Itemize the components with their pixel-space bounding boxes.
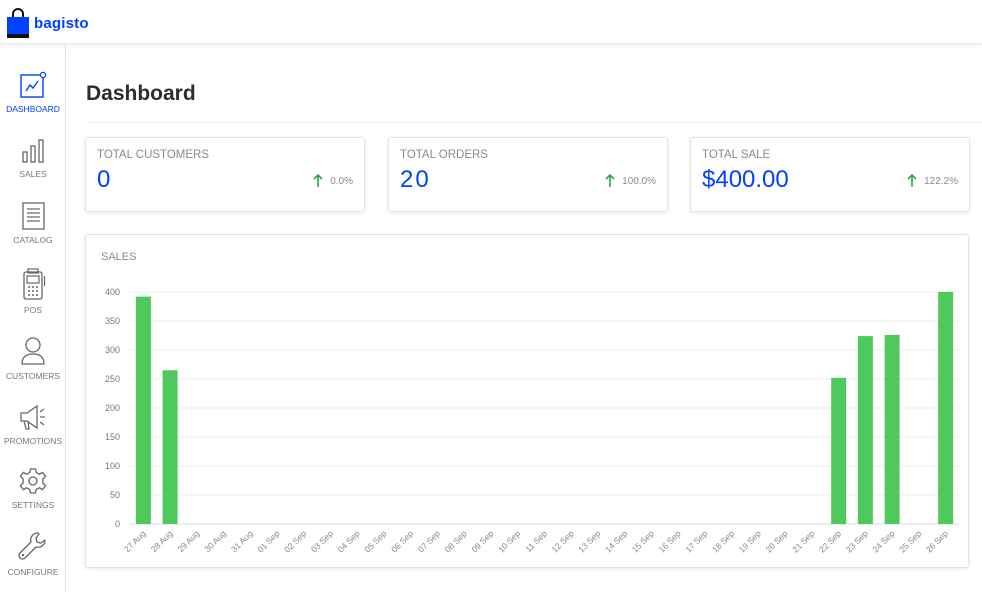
x-tick-label: 04 Sep	[336, 528, 362, 554]
stat-label: TOTAL ORDERS	[400, 149, 488, 161]
chart-bar	[135, 296, 151, 524]
x-tick-label: 14 Sep	[603, 528, 629, 554]
x-tick-label: 24 Sep	[870, 528, 896, 554]
top-bar: bagisto	[0, 0, 982, 44]
stat-value: 20	[400, 166, 431, 193]
sidebar-item-label: CONFIGURE	[7, 567, 59, 577]
sidebar-item-configure[interactable]: CONFIGURE	[0, 530, 66, 577]
y-tick-label: 50	[110, 490, 120, 500]
sidebar-item-promotions[interactable]: PROMOTIONS	[0, 403, 66, 446]
x-tick-label: 19 Sep	[737, 528, 763, 554]
brand-logo[interactable]: bagisto	[6, 8, 89, 38]
x-tick-label: 26 Sep	[924, 528, 950, 554]
x-tick-label: 05 Sep	[362, 528, 388, 554]
page-title: Dashboard	[86, 82, 196, 105]
divider	[86, 122, 982, 123]
sidebar-item-label: POS	[24, 305, 42, 315]
stat-card-sales: TOTAL SALE $400.00 122.2%	[690, 137, 970, 212]
x-tick-label: 16 Sep	[656, 528, 682, 554]
x-tick-label: 27 Aug	[122, 528, 148, 554]
stat-label: TOTAL CUSTOMERS	[97, 149, 210, 161]
wrench-icon	[18, 532, 46, 560]
bar-chart-icon	[22, 139, 44, 163]
sidebar-item-sales[interactable]: SALES	[0, 138, 66, 179]
y-tick-label: 150	[105, 432, 120, 442]
stat-change: 0.0%	[313, 174, 353, 188]
x-tick-label: 15 Sep	[630, 528, 656, 554]
sidebar-item-label: SETTINGS	[11, 500, 55, 510]
x-tick-label: 13 Sep	[576, 528, 602, 554]
stat-value: $400.00	[702, 166, 789, 193]
x-tick-label: 25 Sep	[897, 528, 923, 554]
sidebar-item-settings[interactable]: SETTINGS	[0, 467, 66, 510]
x-tick-label: 18 Sep	[710, 528, 736, 554]
x-tick-label: 11 Sep	[523, 528, 549, 554]
y-tick-label: 0	[115, 519, 120, 529]
y-tick-label: 350	[105, 316, 120, 326]
sidebar: DASHBOARD SALES CATALOG POS CUSTOMERS PR…	[0, 44, 66, 592]
stat-change-value: 122.2%	[924, 175, 958, 187]
sidebar-item-dashboard[interactable]: DASHBOARD	[0, 71, 66, 114]
y-tick-label: 200	[105, 403, 120, 413]
user-icon	[21, 337, 45, 365]
x-tick-label: 03 Sep	[309, 528, 335, 554]
x-tick-label: 28 Aug	[149, 528, 175, 554]
x-tick-label: 12 Sep	[550, 528, 576, 554]
y-tick-label: 250	[105, 374, 120, 384]
x-tick-label: 22 Sep	[817, 528, 843, 554]
chart-bar	[857, 336, 873, 524]
stat-change-value: 0.0%	[330, 175, 353, 187]
x-tick-label: 01 Sep	[255, 528, 281, 554]
x-tick-label: 07 Sep	[416, 528, 442, 554]
sidebar-item-pos[interactable]: POS	[0, 268, 66, 315]
x-tick-label: 06 Sep	[389, 528, 415, 554]
x-tick-label: 20 Sep	[763, 528, 789, 554]
megaphone-icon	[20, 404, 45, 430]
x-tick-label: 31 Aug	[229, 528, 255, 554]
sidebar-item-label: DASHBOARD	[6, 104, 60, 114]
chart-bar	[831, 377, 847, 524]
sidebar-item-label: CUSTOMERS	[5, 371, 61, 381]
sidebar-item-customers[interactable]: CUSTOMERS	[0, 336, 66, 381]
y-tick-label: 100	[105, 461, 120, 471]
sidebar-item-label: CATALOG	[13, 235, 53, 245]
x-tick-label: 21 Sep	[790, 528, 816, 554]
sales-chart-card: SALES 0 50 100 150 200 250 300 350 400 27 Aug 28 A…	[85, 234, 969, 568]
sales-chart: 0 50 100 150 200 250 300 350 400 27 Aug 28 Aug 29 A…	[105, 287, 959, 554]
chart-bar	[884, 334, 900, 524]
stat-value: 0	[97, 166, 111, 193]
gear-icon	[19, 468, 47, 494]
x-tick-label: 10 Sep	[496, 528, 522, 554]
y-tick-label: 300	[105, 345, 120, 355]
x-tick-label: 09 Sep	[469, 528, 495, 554]
stat-card-customers: TOTAL CUSTOMERS 0 0.0%	[85, 137, 365, 212]
shopping-bag-icon	[7, 8, 29, 38]
x-tick-label: 02 Sep	[282, 528, 308, 554]
stat-change-value: 100.0%	[622, 175, 656, 187]
pos-terminal-icon	[23, 268, 46, 300]
stat-change: 122.2%	[907, 174, 958, 188]
stat-change: 100.0%	[605, 174, 656, 188]
dashboard-icon	[20, 71, 47, 98]
arrow-up-icon	[313, 174, 323, 187]
sidebar-item-catalog[interactable]: CATALOG	[0, 202, 66, 245]
chart-bar	[938, 292, 954, 524]
stat-label: TOTAL SALE	[702, 149, 771, 161]
chart-bar	[162, 370, 178, 524]
y-tick-label: 400	[105, 287, 120, 297]
brand-name: bagisto	[34, 14, 89, 32]
sidebar-item-label: PROMOTIONS	[3, 436, 63, 446]
stat-card-orders: TOTAL ORDERS 20 100.0%	[388, 137, 668, 212]
sidebar-item-label: SALES	[19, 169, 47, 179]
x-tick-label: 30 Aug	[202, 528, 228, 554]
x-tick-label: 23 Sep	[844, 528, 870, 554]
arrow-up-icon	[907, 174, 917, 187]
x-tick-label: 29 Aug	[175, 528, 201, 554]
arrow-up-icon	[605, 174, 615, 187]
catalog-icon	[22, 202, 45, 230]
x-tick-label: 08 Sep	[443, 528, 469, 554]
x-tick-label: 17 Sep	[683, 528, 709, 554]
